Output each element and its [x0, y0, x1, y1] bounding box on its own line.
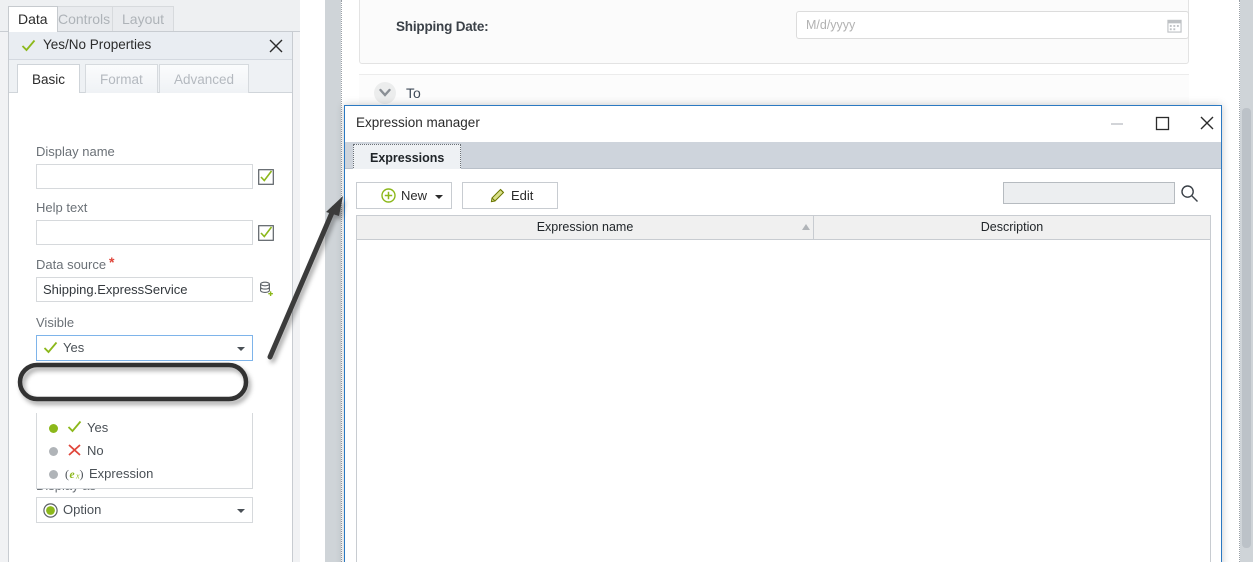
tab-data-label: Data — [18, 11, 48, 27]
tab-format-label: Format — [100, 72, 143, 87]
check-icon — [67, 420, 82, 433]
chevron-down-icon[interactable] — [237, 347, 245, 351]
sort-ascending-icon — [802, 224, 810, 230]
to-section-label: To — [406, 85, 421, 101]
display-name-input[interactable] — [36, 164, 253, 189]
tab-layout[interactable]: Layout — [112, 6, 175, 32]
designer-vertical-scrollbar[interactable] — [1240, 0, 1253, 562]
option-bullet-icon — [49, 470, 58, 479]
svg-text:): ) — [80, 467, 84, 481]
edit-button[interactable]: Edit — [462, 182, 558, 209]
search-input[interactable] — [1003, 182, 1175, 204]
chevron-down-icon — [379, 88, 391, 97]
dropdown-option-expression-label: Expression — [89, 466, 154, 481]
dialog-titlebar[interactable]: Expression manager — [345, 106, 1221, 142]
tab-basic-label: Basic — [32, 72, 66, 87]
required-marker: * — [109, 254, 115, 270]
tab-controls-label: Controls — [58, 11, 111, 27]
svg-text:(: ( — [65, 467, 69, 481]
shipping-date-section: Shipping Date: M/d/yyyy — [359, 0, 1189, 64]
close-icon[interactable] — [266, 36, 286, 56]
display-as-combobox[interactable]: Option — [36, 497, 253, 523]
column-header-expression-name[interactable]: Expression name — [357, 216, 813, 239]
expressions-grid[interactable]: Expression name Description — [356, 215, 1211, 562]
shipping-date-placeholder: M/d/yyyy — [806, 18, 856, 32]
new-button-label: New — [401, 188, 428, 203]
checkbox-checked-icon[interactable] — [258, 169, 274, 185]
dropdown-option-no-label: No — [87, 443, 104, 458]
tab-layout-label: Layout — [122, 11, 165, 27]
maximize-button[interactable] — [1143, 110, 1181, 136]
tab-advanced-label: Advanced — [174, 72, 235, 87]
tab-basic[interactable]: Basic — [17, 64, 81, 94]
data-source-label: Data source — [36, 257, 107, 272]
dropdown-option-yes[interactable]: Yes — [37, 417, 252, 440]
to-section-toggle[interactable] — [374, 82, 396, 104]
properties-fields: Display name Help text Data source * Shi… — [9, 93, 292, 562]
option-bullet-icon — [49, 424, 58, 433]
grid-header-row: Expression name Description — [357, 216, 1210, 240]
edit-button-label: Edit — [511, 188, 534, 203]
designer-tabbar: Data Controls Layout — [0, 0, 300, 32]
ex-icon: ( e x ) — [65, 467, 84, 481]
calendar-icon — [1167, 19, 1182, 33]
chevron-down-icon[interactable] — [435, 195, 443, 199]
cross-icon — [68, 444, 81, 456]
tab-expressions-label: Expressions — [370, 151, 445, 165]
help-text-label: Help text — [36, 200, 88, 215]
display-as-value: Option — [63, 502, 102, 517]
option-bullet-icon — [49, 447, 58, 456]
properties-header: Yes/No Properties — [9, 32, 292, 60]
properties-title: Yes/No Properties — [43, 37, 152, 52]
screen-root: Shipping Date: M/d/yyyy To Data Controls… — [0, 0, 1253, 562]
tab-controls[interactable]: Controls — [48, 6, 121, 32]
properties-pane: Data Controls Layout Yes/No Properties B… — [0, 0, 300, 562]
help-text-input[interactable] — [36, 220, 253, 245]
visible-combobox[interactable]: Yes — [36, 335, 253, 361]
chevron-down-icon[interactable] — [237, 509, 245, 513]
data-source-input[interactable] — [36, 277, 253, 302]
display-name-label: Display name — [36, 144, 115, 159]
new-button[interactable]: New — [356, 182, 452, 209]
dropdown-option-expression[interactable]: ( e x ) Expression — [37, 463, 252, 486]
check-icon — [43, 341, 58, 354]
column-header-description-label: Description — [980, 220, 1044, 234]
pencil-icon — [490, 188, 505, 203]
database-add-icon[interactable] — [258, 281, 274, 297]
yes-no-properties-panel: Yes/No Properties Basic Format Advanced — [8, 31, 293, 562]
shipping-date-input[interactable]: M/d/yyyy — [796, 11, 1189, 39]
scrollbar-thumb[interactable] — [1242, 108, 1251, 548]
search-area — [1003, 182, 1199, 204]
tab-expressions[interactable]: Expressions — [353, 144, 462, 170]
expression-manager-dialog: Expression manager Expressions New Edit … — [344, 105, 1222, 562]
designer-left-gutter — [325, 0, 341, 562]
column-header-expression-name-label: Expression name — [536, 220, 634, 234]
check-icon — [21, 39, 36, 52]
visible-value: Yes — [63, 340, 85, 355]
visible-dropdown-list[interactable]: Yes No ( e x) Expression — [36, 413, 253, 489]
tab-data[interactable]: Data — [8, 6, 58, 32]
column-header-description[interactable]: Description — [814, 216, 1210, 239]
minimize-button[interactable] — [1098, 110, 1136, 136]
tab-format[interactable]: Format — [85, 64, 158, 93]
tab-advanced[interactable]: Advanced — [159, 64, 250, 93]
dropdown-option-yes-label: Yes — [87, 420, 109, 435]
dialog-tabstrip: Expressions — [345, 142, 1221, 170]
visible-label: Visible — [36, 315, 75, 330]
properties-tabbar: Basic Format Advanced — [9, 60, 292, 94]
dialog-content: New Edit Expression name Description — [345, 169, 1221, 562]
close-button[interactable] — [1188, 110, 1226, 136]
circle-plus-icon — [381, 188, 396, 203]
svg-text:e: e — [70, 469, 75, 481]
radio-icon — [43, 503, 58, 518]
checkbox-checked-icon[interactable] — [258, 225, 274, 241]
shipping-date-label: Shipping Date: — [396, 19, 489, 34]
dialog-title: Expression manager — [356, 115, 480, 130]
dropdown-option-no[interactable]: No — [37, 440, 252, 463]
search-icon[interactable] — [1180, 184, 1199, 203]
